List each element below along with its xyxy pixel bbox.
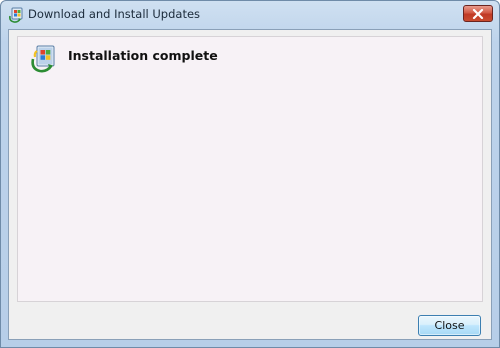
dialog-client-area: Installation complete Close	[8, 29, 492, 340]
window-close-button[interactable]	[463, 5, 493, 22]
update-dialog-window: Download and Install Updates Installatio…	[0, 0, 500, 348]
window-title: Download and Install Updates	[28, 7, 201, 21]
status-heading: Installation complete	[68, 48, 218, 63]
close-button[interactable]: Close	[418, 315, 481, 336]
close-icon	[472, 8, 484, 19]
content-panel: Installation complete	[17, 36, 483, 302]
windows-update-icon	[8, 7, 24, 23]
windows-update-icon	[30, 45, 56, 73]
title-bar[interactable]: Download and Install Updates	[1, 1, 499, 29]
